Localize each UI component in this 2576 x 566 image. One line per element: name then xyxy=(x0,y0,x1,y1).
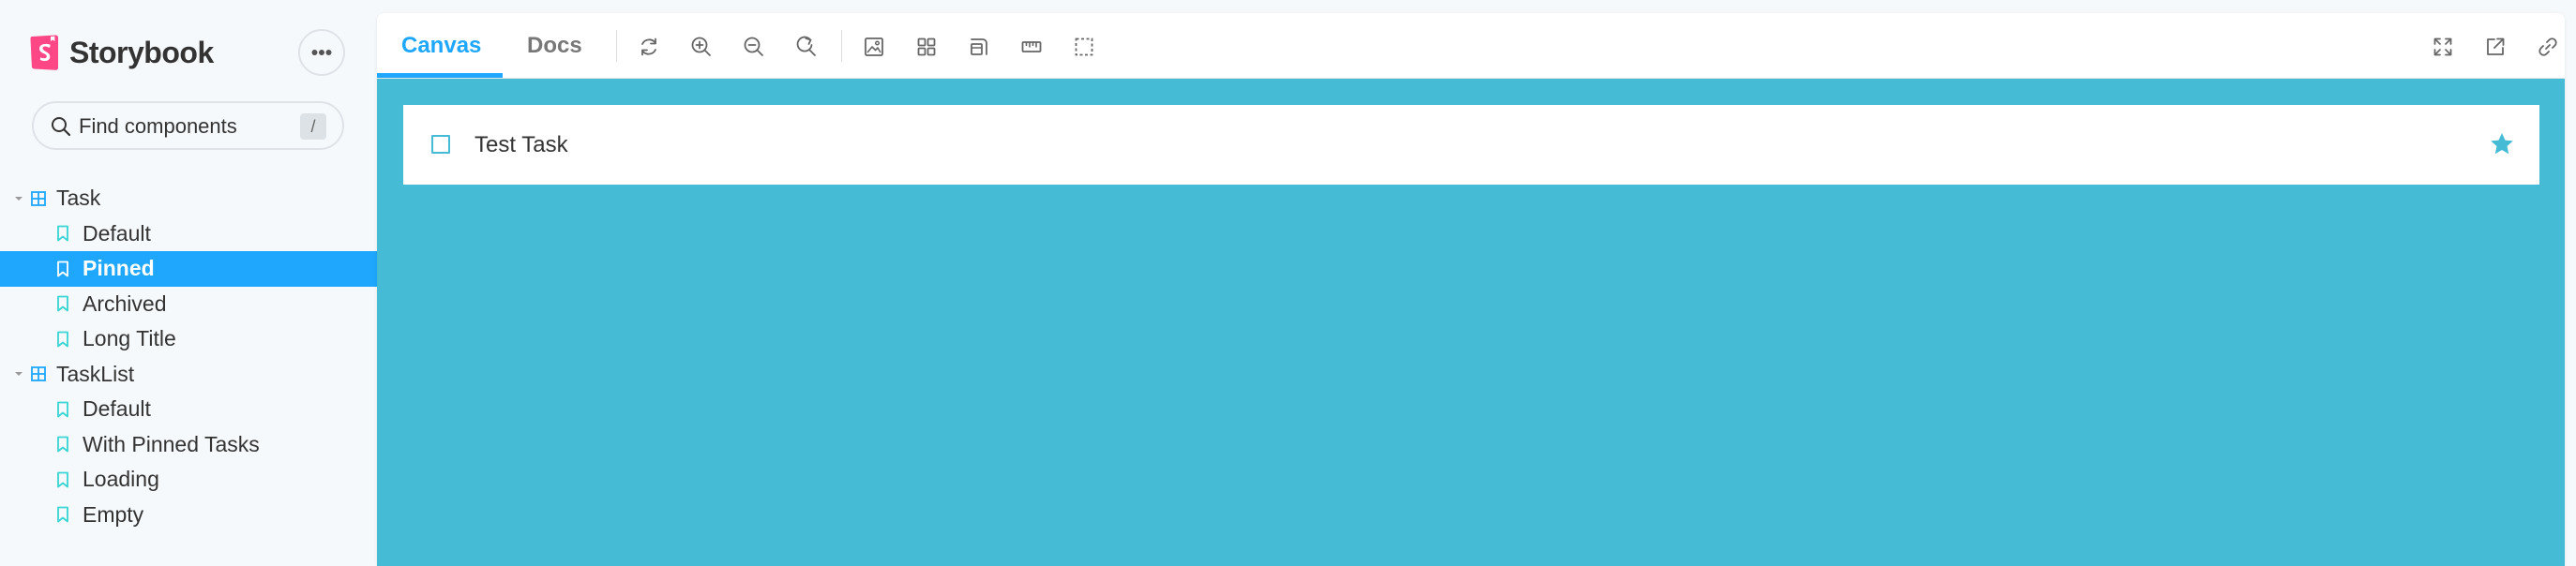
tab-docs[interactable]: Docs xyxy=(527,13,582,79)
background-button[interactable] xyxy=(862,35,886,59)
fullscreen-button[interactable] xyxy=(2431,35,2455,59)
measure-icon xyxy=(1021,41,1042,52)
bookmark-icon xyxy=(57,295,68,312)
storybook-logo-icon xyxy=(30,35,58,70)
sidebar-item-label: Task xyxy=(56,186,101,211)
grid-icon xyxy=(917,37,936,56)
sidebar-item-task-default[interactable]: Default xyxy=(0,216,377,252)
sidebar-item-label: Long Title xyxy=(83,326,176,351)
background-icon xyxy=(865,37,883,56)
outline-button[interactable] xyxy=(1072,35,1096,59)
grid-button[interactable] xyxy=(914,35,939,59)
toolbar-divider xyxy=(841,30,842,62)
bookmark-icon xyxy=(57,506,68,523)
component-tree: Task Default Pinned Archived Long Title xyxy=(0,181,377,532)
search-icon xyxy=(52,117,71,137)
component-icon xyxy=(31,366,46,382)
sidebar-item-label: Loading xyxy=(83,467,159,492)
main-panel: Canvas Docs Test Task xyxy=(377,13,2565,566)
sidebar-item-label: Archived xyxy=(83,290,167,316)
fullscreen-icon xyxy=(2433,37,2452,56)
bookmark-icon xyxy=(57,471,68,488)
chevron-down-icon xyxy=(15,196,23,201)
zoom-reset-button[interactable] xyxy=(794,35,819,59)
sidebar-item-task-archived[interactable]: Archived xyxy=(0,287,377,322)
reload-button[interactable] xyxy=(637,35,661,59)
canvas-preview: Test Task xyxy=(377,79,2565,566)
search-box[interactable]: / xyxy=(32,101,344,150)
sidebar-item-label: Default xyxy=(83,220,151,246)
star-icon xyxy=(2491,133,2513,155)
measure-button[interactable] xyxy=(1019,35,1044,59)
brand[interactable]: Storybook xyxy=(30,34,214,71)
sidebar-item-tasklist-with-pinned-tasks[interactable]: With Pinned Tasks xyxy=(0,427,377,463)
toolbar-divider xyxy=(616,30,617,62)
sidebar-item-tasklist-default[interactable]: Default xyxy=(0,392,377,427)
zoom-reset-icon xyxy=(796,36,816,56)
zoom-in-button[interactable] xyxy=(689,35,714,59)
outline-icon xyxy=(1075,37,1093,56)
search-shortcut-key: / xyxy=(300,113,326,140)
zoom-out-icon xyxy=(744,37,763,56)
component-icon xyxy=(31,190,46,206)
zoom-out-button[interactable] xyxy=(742,35,766,59)
pin-task-button[interactable] xyxy=(2489,131,2515,157)
sidebar-item-task-long-title[interactable]: Long Title xyxy=(0,321,377,357)
bookmark-icon xyxy=(57,261,68,277)
open-new-tab-icon xyxy=(2487,37,2505,55)
viewport-button[interactable] xyxy=(967,35,991,59)
sidebar: Storybook / Task Default xyxy=(0,0,377,566)
chevron-down-icon xyxy=(15,372,23,377)
sidebar-item-label: Empty xyxy=(83,501,144,527)
tab-canvas[interactable]: Canvas xyxy=(401,13,481,79)
copy-link-button[interactable] xyxy=(2536,35,2560,59)
sidebar-item-task-pinned[interactable]: Pinned xyxy=(0,251,377,287)
bookmark-icon xyxy=(57,436,68,453)
brand-name: Storybook xyxy=(69,35,214,69)
sidebar-item-label: TaskList xyxy=(56,361,135,386)
active-tab-indicator xyxy=(377,73,503,78)
zoom-in-icon xyxy=(691,37,711,56)
open-new-tab-button[interactable] xyxy=(2483,35,2508,59)
sidebar-item-tasklist[interactable]: TaskList xyxy=(0,357,377,393)
bookmark-icon xyxy=(57,401,68,418)
reload-icon xyxy=(641,37,656,56)
sidebar-item-tasklist-empty[interactable]: Empty xyxy=(0,498,377,533)
search-input[interactable] xyxy=(79,112,285,141)
sidebar-item-tasklist-loading[interactable]: Loading xyxy=(0,462,377,498)
sidebar-item-label: With Pinned Tasks xyxy=(83,431,260,456)
ellipsis-icon xyxy=(311,50,332,55)
viewport-icon xyxy=(971,38,987,55)
toolbar: Canvas Docs xyxy=(377,13,2565,79)
sidebar-menu-button[interactable] xyxy=(298,29,345,76)
task-item: Test Task xyxy=(403,105,2539,185)
sidebar-item-label: Pinned xyxy=(83,256,155,281)
sidebar-item-task[interactable]: Task xyxy=(0,181,377,216)
task-title[interactable]: Test Task xyxy=(475,105,568,185)
copy-link-icon xyxy=(2538,37,2557,56)
bookmark-icon xyxy=(57,331,68,348)
bookmark-icon xyxy=(57,225,68,242)
sidebar-item-label: Default xyxy=(83,396,151,422)
task-checkbox[interactable] xyxy=(431,135,450,154)
